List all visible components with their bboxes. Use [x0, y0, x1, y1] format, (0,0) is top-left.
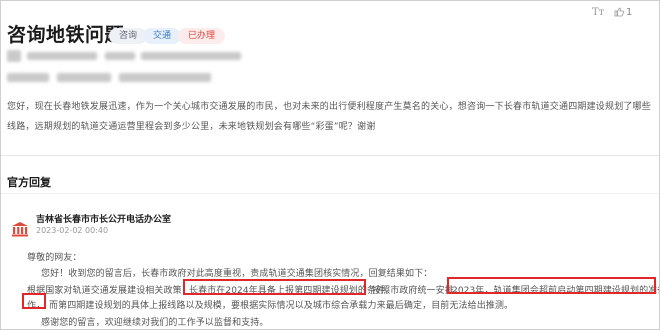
font-size-icon[interactable]: Tт — [592, 7, 604, 18]
government-building-icon — [12, 222, 28, 237]
highlight-box — [22, 293, 46, 309]
tag-consult[interactable]: 咨询 — [109, 28, 148, 44]
highlight-box — [447, 277, 656, 294]
page-title: 咨询地铁问题 — [7, 24, 125, 46]
reply-line: 根据国家对轨道交通发展建设相关政策， — [27, 286, 191, 296]
divider — [1, 193, 659, 194]
thumbs-up-icon — [614, 7, 624, 17]
highlight-box — [183, 279, 366, 295]
reply-line: 感谢您的留言，欢迎继续对我们的工作予以监督和支持。 — [41, 318, 269, 328]
org-name: 吉林省长春市市长公开电话办公室 — [36, 215, 172, 225]
tag-traffic[interactable]: 交通 — [143, 28, 182, 44]
like-icon[interactable] — [614, 7, 624, 20]
reply-date: 2023-02-02 00:40 — [36, 226, 109, 235]
reply-greeting: 尊敬的网友： — [27, 253, 82, 263]
reply-line: 而第四期建设规划的具体上报线路以及规模，要根据实际情况以及城市综合承载力来最后确… — [49, 301, 514, 311]
page-frame: 咨询地铁问题 咨询 交通 已办理 Tт 1 您好，现在长春地铁发展迅速，作为一个… — [0, 0, 660, 330]
status-badge: 已办理 — [178, 28, 226, 44]
like-count: 1 — [626, 7, 633, 18]
reply-line: 您好！收到您的留言后，长春市政府对此高度重视，责成轨道交通集团核实情况，回复结果… — [41, 269, 433, 279]
official-reply-heading: 官方回复 — [7, 176, 51, 189]
divider — [1, 155, 659, 156]
question-text: 您好，现在长春地铁发展迅速，作为一个关心城市交通发展的市民，也对未来的出行便利程… — [7, 102, 652, 132]
